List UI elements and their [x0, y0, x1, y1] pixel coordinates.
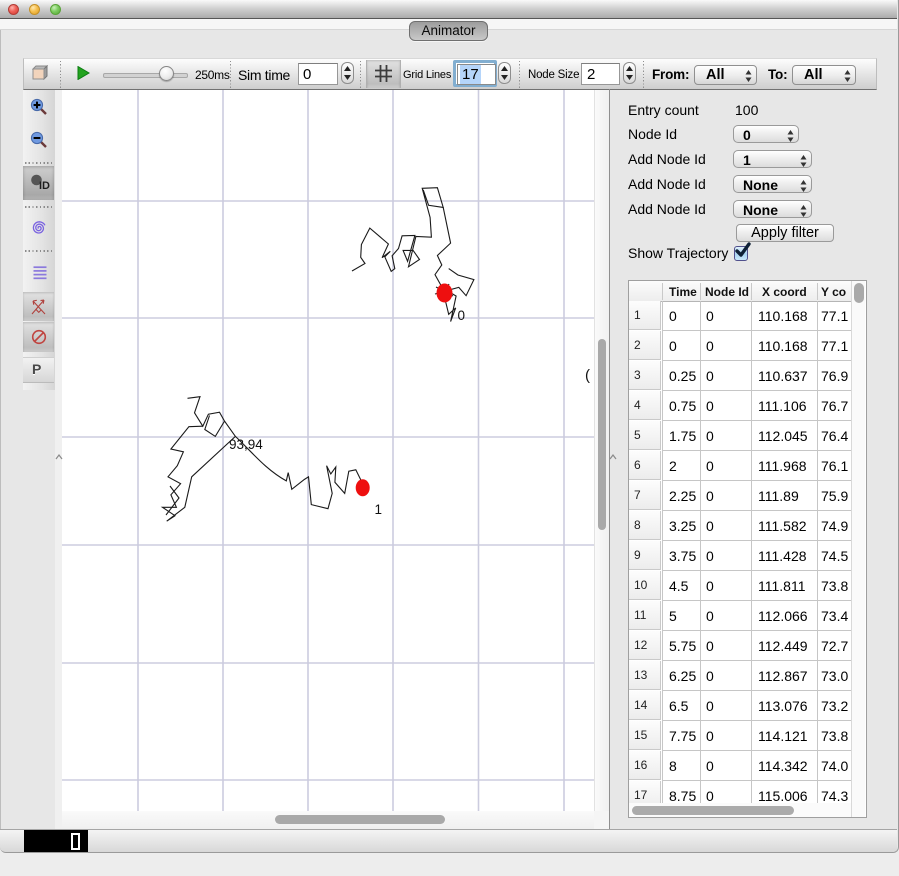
- svg-text:1: 1: [375, 502, 383, 517]
- svg-text:ID: ID: [39, 180, 50, 192]
- svg-text:(: (: [585, 367, 590, 384]
- svg-text:93,94: 93,94: [229, 437, 263, 452]
- svg-text:0: 0: [458, 308, 466, 323]
